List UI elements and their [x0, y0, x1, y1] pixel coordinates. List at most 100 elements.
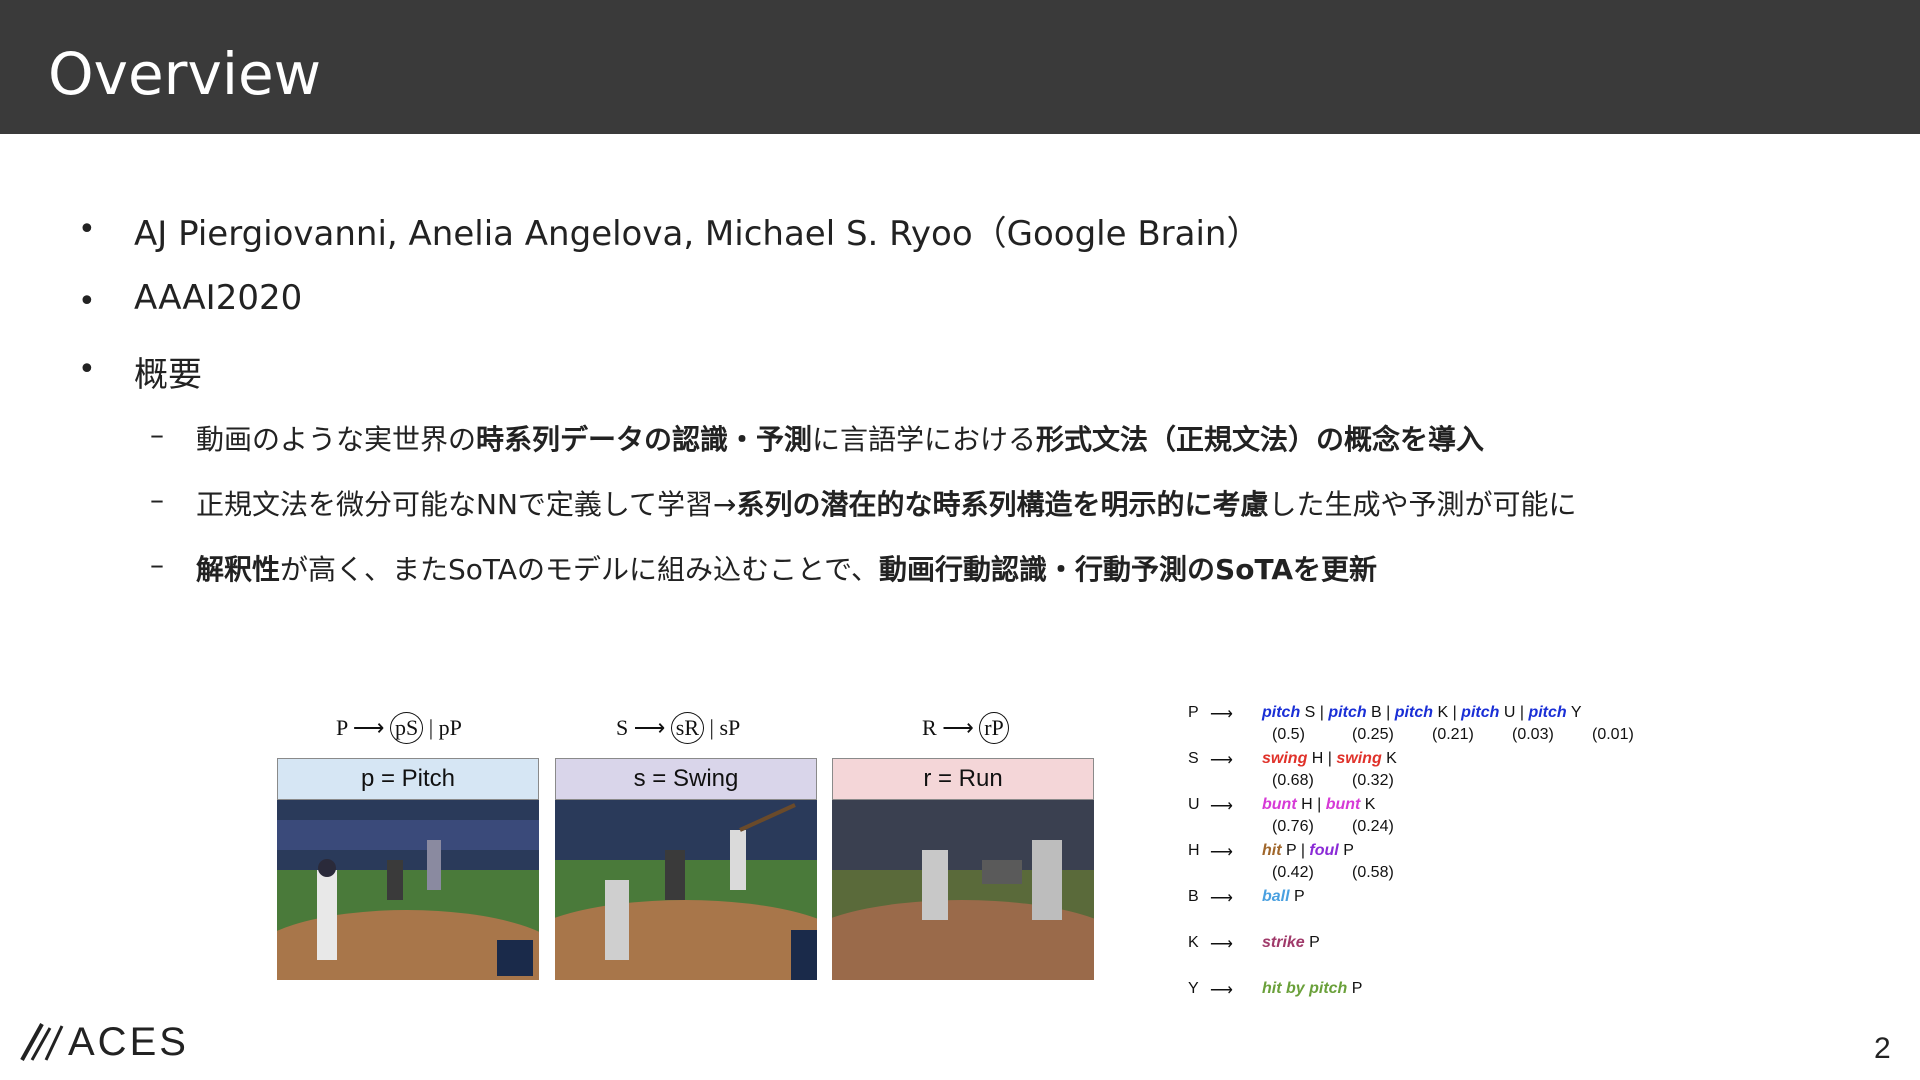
- sub-bullet-dash: –: [150, 418, 164, 451]
- productions: bunt H | bunt K: [1262, 796, 1375, 814]
- probability: (0.42): [1272, 864, 1314, 881]
- arrow-icon: ⟶: [1210, 752, 1233, 769]
- terminal-action: hit: [1262, 842, 1282, 859]
- bullet-dot: •: [78, 352, 96, 387]
- next-symbol: P: [1304, 934, 1320, 951]
- emphasis-text: 形式文法（正規文法）の概念を導入: [1036, 423, 1485, 456]
- nonterminal: H: [1188, 842, 1200, 859]
- panel-label: r = Run: [832, 758, 1094, 800]
- arrow-icon: ⟶: [1210, 890, 1233, 907]
- panel-run: r = Run: [832, 758, 1094, 982]
- productions: swing H | swing K: [1262, 750, 1397, 768]
- rule-run: R ⟶ rP: [922, 712, 1009, 748]
- baseball-run-image: [832, 800, 1094, 980]
- next-symbol: K: [1381, 750, 1397, 767]
- probabilities: (0.5) (0.25) (0.21) (0.03) (0.01): [1272, 726, 1672, 744]
- terminal-action: bunt: [1262, 796, 1297, 813]
- arrow-icon: ⟶: [1210, 844, 1233, 861]
- nonterminal: B: [1188, 888, 1199, 905]
- next-symbol: S: [1300, 704, 1316, 721]
- next-symbol: B: [1366, 704, 1382, 721]
- bullet-venue: AAAI2020: [134, 278, 303, 318]
- probability: (0.68): [1272, 772, 1314, 789]
- emphasis-text: 動画行動認識・行動予測のSoTAを更新: [879, 553, 1378, 586]
- probabilities: (0.76) (0.24): [1272, 818, 1432, 836]
- rule-pitch: P ⟶ pS | pP: [336, 712, 462, 748]
- grammar-rules: P ⟶ pitch S | pitch B | pitch K | pitch U …: [1188, 704, 1708, 1004]
- productions: strike P: [1262, 934, 1320, 952]
- next-symbol: U: [1499, 704, 1516, 721]
- terminal-action: swing: [1262, 750, 1308, 767]
- terminal-action: hit by pitch: [1262, 980, 1348, 997]
- nonterminal: U: [1188, 796, 1200, 813]
- separator: |: [1323, 750, 1337, 767]
- arrow-icon: ⟶: [1210, 798, 1233, 815]
- sub-bullet-2: 正規文法を微分可能なNNで定義して学習→系列の潜在的な時系列構造を明示的に考慮し…: [196, 483, 1577, 523]
- panel-label: s = Swing: [555, 758, 817, 800]
- nonterminal: S: [1188, 750, 1199, 767]
- next-symbol: P: [1289, 888, 1305, 905]
- title-bar: Overview: [0, 0, 1920, 134]
- bullet-dot: •: [78, 212, 96, 247]
- separator: |: [1315, 704, 1329, 721]
- separator: |: [1296, 842, 1310, 859]
- bullet-authors: AJ Piergiovanni, Anelia Angelova, Michae…: [134, 214, 1261, 254]
- probability: (0.58): [1352, 864, 1394, 881]
- probabilities: (0.42) (0.58): [1272, 864, 1432, 882]
- terminal-action: swing: [1336, 750, 1382, 767]
- terminal-action: pitch: [1528, 704, 1567, 721]
- terminal-action: pitch: [1461, 704, 1500, 721]
- rule-swing: S ⟶ sR | sP: [616, 712, 740, 748]
- rule-circle: rP: [979, 712, 1009, 744]
- probabilities: (0.68) (0.32): [1272, 772, 1432, 790]
- arrow-icon: ⟶: [1210, 982, 1233, 999]
- emphasis-text: 解釈性: [196, 553, 281, 586]
- baseball-pitch-image: [277, 800, 539, 980]
- next-symbol: K: [1360, 796, 1376, 813]
- probability: (0.03): [1512, 726, 1554, 743]
- panel-pitch: p = Pitch: [277, 758, 539, 982]
- next-symbol: P: [1347, 980, 1363, 997]
- separator: |: [1515, 704, 1529, 721]
- next-symbol: H: [1296, 796, 1313, 813]
- separator: |: [1381, 704, 1395, 721]
- logo-text: ACES: [68, 1020, 189, 1064]
- aces-logo: ACES: [18, 1020, 186, 1066]
- panel-swing: s = Swing: [555, 758, 817, 982]
- probability: (0.01): [1592, 726, 1634, 743]
- probability: (0.5): [1272, 726, 1305, 743]
- text-run: 正規文法を微分可能なNNで定義して学習→: [196, 488, 737, 521]
- terminal-action: bunt: [1325, 796, 1361, 813]
- next-symbol: K: [1433, 704, 1449, 721]
- next-symbol: P: [1338, 842, 1354, 859]
- terminal-action: strike: [1262, 934, 1305, 951]
- probability: (0.21): [1432, 726, 1474, 743]
- terminal-action: pitch: [1394, 704, 1433, 721]
- sub-bullet-3: 解釈性が高く、またSoTAのモデルに組み込むことで、動画行動認識・行動予測のSo…: [196, 548, 1377, 588]
- emphasis-text: 時系列データの認識・予測: [476, 423, 813, 456]
- terminal-action: ball: [1262, 888, 1290, 905]
- arrow-icon: ⟶: [1210, 936, 1233, 953]
- page-number: 2: [1874, 1032, 1891, 1065]
- terminal-action: foul: [1309, 842, 1339, 859]
- text-run: に言語学における: [812, 423, 1037, 456]
- text-run: した生成や予測が可能に: [1268, 488, 1577, 521]
- bullet-summary: 概要: [134, 355, 202, 395]
- next-symbol: Y: [1566, 704, 1582, 721]
- slide-title: Overview: [48, 40, 322, 108]
- sub-bullet-dash: –: [150, 483, 164, 516]
- productions: pitch S | pitch B | pitch K | pitch U | …: [1262, 704, 1581, 722]
- sub-bullet-dash: –: [150, 548, 164, 581]
- probability: (0.32): [1352, 772, 1394, 789]
- probability: (0.25): [1352, 726, 1394, 743]
- terminal-action: pitch: [1262, 704, 1301, 721]
- next-symbol: H: [1307, 750, 1324, 767]
- nonterminal: Y: [1188, 980, 1199, 997]
- rule-circle: pS: [389, 712, 424, 744]
- productions: hit P | foul P: [1262, 842, 1354, 860]
- nonterminal: P: [1188, 704, 1199, 721]
- probability: (0.76): [1272, 818, 1314, 835]
- productions: ball P: [1262, 888, 1305, 906]
- baseball-swing-image: [555, 800, 817, 980]
- emphasis-text: 系列の潜在的な時系列構造を明示的に考慮: [736, 488, 1269, 521]
